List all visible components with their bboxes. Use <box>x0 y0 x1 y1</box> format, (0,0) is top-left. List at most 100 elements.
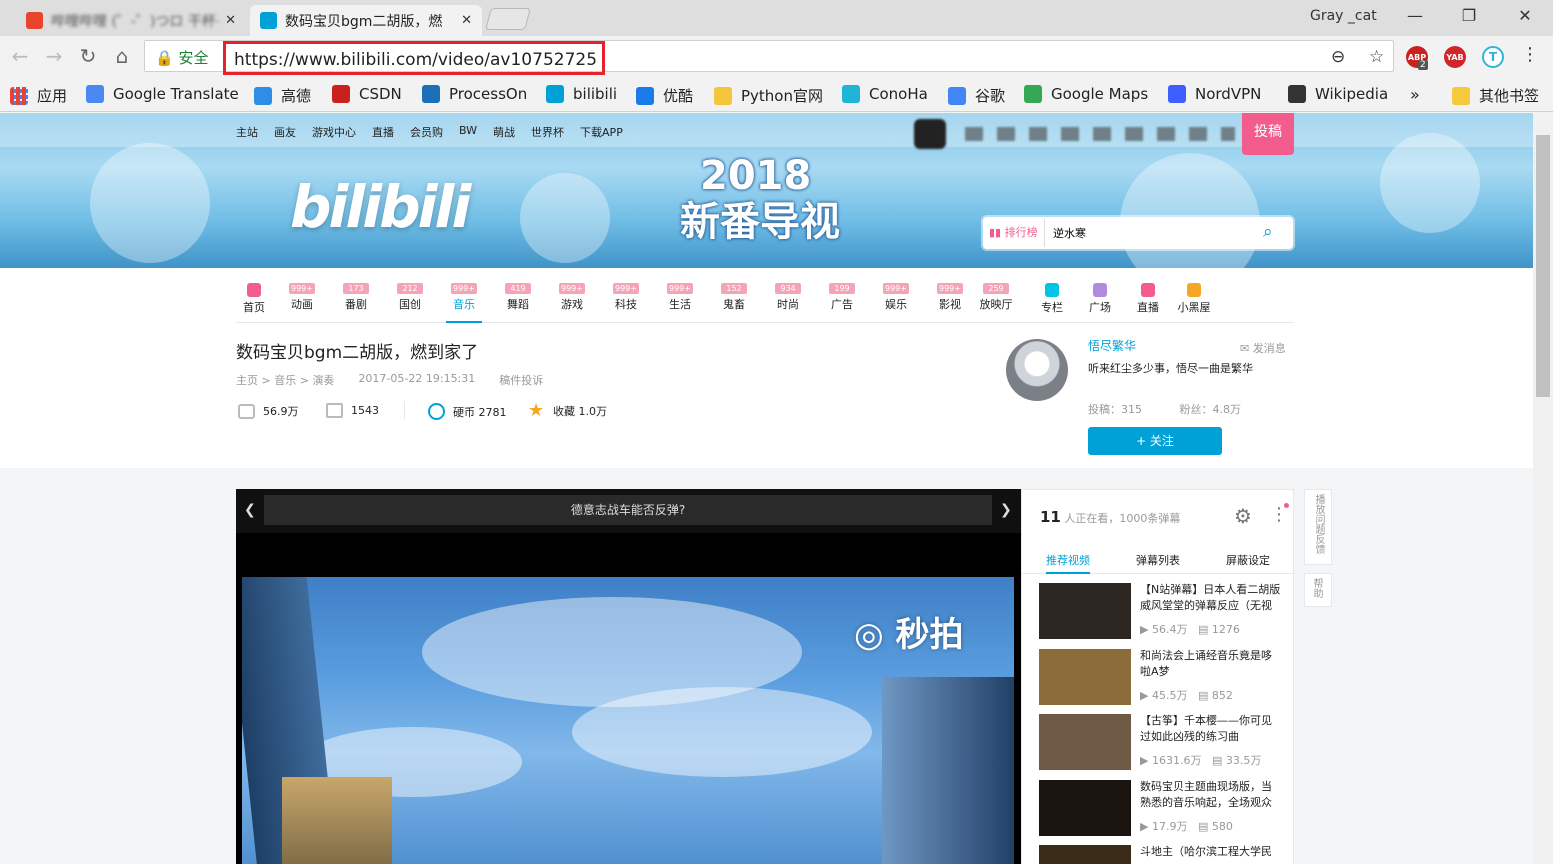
upload-button[interactable]: 投稿 <box>1242 113 1294 155</box>
browser-tab-video[interactable]: 数码宝贝bgm二胡版，燃 ✕ <box>250 5 482 36</box>
close-tab-icon[interactable]: ✕ <box>461 13 472 28</box>
recommendation-title[interactable]: 斗地主（哈尔滨工程大学民 <box>1140 844 1282 860</box>
recommendation-item[interactable]: 【N站弹幕】日本人看二胡版威风堂堂的弹幕反应（无视 ▶ 56.4万 ▤ 1276 <box>1039 583 1289 641</box>
nav-item[interactable]: 259 放映厅 <box>978 283 1014 312</box>
nav-item[interactable]: 173 番剧 <box>338 283 374 312</box>
bookmark-item[interactable]: Google Translate <box>86 85 239 103</box>
scrollbar-thumb[interactable] <box>1536 135 1550 397</box>
nav-item[interactable]: 999+ 娱乐 <box>878 283 914 312</box>
menu-kebab-icon[interactable]: ⋮ <box>1518 44 1542 65</box>
minimize-icon[interactable]: — <box>1402 6 1428 25</box>
top-link[interactable]: 直播 <box>372 124 394 140</box>
report-link[interactable]: 稿件投诉 <box>499 372 543 388</box>
bookmark-item[interactable]: ConoHa <box>842 85 928 103</box>
coin-button[interactable]: 硬币 2781 <box>428 403 507 420</box>
recommendation-title[interactable]: 【古筝】千本樱——你可见过如此凶残的练习曲 <box>1140 713 1282 745</box>
ranking-button[interactable]: ▮▮ 排行榜 <box>985 219 1045 247</box>
browser-tab-bilibili-home[interactable]: 哔哩哔哩 (゜-゜)つロ 干杯~-bilibili ✕ <box>16 5 246 36</box>
crumb-perform[interactable]: 演奏 <box>312 374 334 387</box>
video-frame[interactable]: ◎ 秒拍 <box>242 577 1014 864</box>
nav-item[interactable]: 小黑屋 <box>1176 283 1212 315</box>
top-link[interactable]: 画友 <box>274 124 296 140</box>
top-link[interactable]: 萌战 <box>493 124 515 140</box>
next-message-arrow[interactable]: ❯ <box>1000 502 1012 518</box>
bookmark-item[interactable]: 高德 <box>254 85 311 106</box>
user-menu-pixelated[interactable] <box>965 127 1235 141</box>
reload-icon[interactable]: ↻ <box>76 44 100 68</box>
restore-icon[interactable]: ❐ <box>1456 6 1482 25</box>
recommendation-thumbnail[interactable] <box>1039 845 1131 864</box>
top-link[interactable]: BW <box>459 124 477 140</box>
nav-item[interactable]: 152 鬼畜 <box>716 283 752 312</box>
nav-item[interactable]: 首页 <box>236 283 272 315</box>
playback-feedback-button[interactable]: 播放问题反馈 <box>1304 489 1332 565</box>
nav-item[interactable]: 212 国创 <box>392 283 428 312</box>
recommendation-title[interactable]: 和尚法会上诵经音乐竟是哆啦A梦 <box>1140 648 1282 680</box>
uploader-avatar[interactable] <box>1006 339 1068 401</box>
new-tab-button[interactable] <box>485 8 531 30</box>
bookmark-item[interactable]: Wikipedia <box>1288 85 1388 103</box>
forward-icon[interactable]: → <box>42 44 66 68</box>
help-button[interactable]: 帮助 <box>1304 573 1332 607</box>
nav-item[interactable]: 999+ 音乐 <box>446 283 482 323</box>
search-input[interactable] <box>1053 219 1253 247</box>
address-bar[interactable]: 🔒 安全 https://www.bilibili.com/video/av10… <box>144 40 1394 75</box>
close-window-icon[interactable]: ✕ <box>1512 6 1538 25</box>
nav-item[interactable]: 直播 <box>1130 283 1166 315</box>
top-link[interactable]: 主站 <box>236 124 258 140</box>
search-icon[interactable]: ⌕ <box>1263 222 1273 242</box>
bookmark-item[interactable]: NordVPN <box>1168 85 1261 103</box>
recommendation-item[interactable]: 斗地主（哈尔滨工程大学民 <box>1039 845 1289 864</box>
top-link[interactable]: 游戏中心 <box>312 124 356 140</box>
uploader-posts[interactable]: 投稿：315 <box>1088 403 1142 416</box>
bookmark-item[interactable]: 优酷 <box>636 85 693 106</box>
home-icon[interactable]: ⌂ <box>110 44 134 68</box>
bookmark-star-icon[interactable]: ☆ <box>1369 47 1384 67</box>
recommendation-item[interactable]: 【古筝】千本樱——你可见过如此凶残的练习曲 ▶ 1631.6万 ▤ 33.5万 <box>1039 714 1289 772</box>
profile-name[interactable]: Gray _cat <box>1310 8 1377 24</box>
tab-block-settings[interactable]: 屏蔽设定 <box>1226 552 1270 568</box>
nav-item[interactable]: 999+ 游戏 <box>554 283 590 312</box>
top-link[interactable]: 世界杯 <box>531 124 564 140</box>
follow-button[interactable]: + 关注 <box>1088 427 1222 455</box>
secure-indicator[interactable]: 🔒 安全 <box>155 47 208 68</box>
nav-item[interactable]: 419 舞蹈 <box>500 283 536 312</box>
bookmark-apps[interactable]: 应用 <box>10 85 67 106</box>
back-icon[interactable]: ← <box>8 44 32 68</box>
video-player[interactable]: ❮ 德意志战车能否反弹? ❯ ◎ 秒拍 <box>236 489 1021 864</box>
nav-item[interactable]: 专栏 <box>1034 283 1070 315</box>
bookmark-item[interactable]: bilibili <box>546 85 617 103</box>
nav-item[interactable]: 999+ 科技 <box>608 283 644 312</box>
recommendation-title[interactable]: 【N站弹幕】日本人看二胡版威风堂堂的弹幕反应（无视 <box>1140 582 1282 614</box>
translate-extension-icon[interactable]: T <box>1482 46 1504 68</box>
yab-extension-icon[interactable]: YAB <box>1444 46 1466 68</box>
bookmark-item[interactable]: Google Maps <box>1024 85 1148 103</box>
nav-item[interactable]: 999+ 动画 <box>284 283 320 312</box>
recommendation-thumbnail[interactable] <box>1039 648 1131 705</box>
user-avatar[interactable] <box>914 119 946 149</box>
nav-item[interactable]: 999+ 生活 <box>662 283 698 312</box>
nav-item[interactable]: 999+ 影视 <box>932 283 968 312</box>
bookmark-item[interactable]: CSDN <box>332 85 402 103</box>
uploader-name[interactable]: 悟尽繁华 <box>1088 337 1136 354</box>
url-text[interactable]: https://www.bilibili.com/video/av1075272… <box>223 41 605 75</box>
nav-item[interactable]: 934 时尚 <box>770 283 806 312</box>
top-link[interactable]: 会员购 <box>410 124 443 140</box>
close-tab-icon[interactable]: ✕ <box>225 13 236 28</box>
crumb-music[interactable]: 音乐 <box>274 374 296 387</box>
player-announcement[interactable]: 德意志战车能否反弹? <box>264 495 992 525</box>
crumb-home[interactable]: 主页 <box>236 374 258 387</box>
recommendation-thumbnail[interactable] <box>1039 583 1131 639</box>
nav-item[interactable]: 广场 <box>1082 283 1118 315</box>
nav-item[interactable]: 199 广告 <box>824 283 860 312</box>
zoom-icon[interactable]: ⊖ <box>1331 47 1345 67</box>
top-link[interactable]: 下载APP <box>580 124 623 140</box>
bookmark-other-folder[interactable]: 其他书签 <box>1452 85 1539 106</box>
prev-message-arrow[interactable]: ❮ <box>244 502 256 518</box>
gear-icon[interactable]: ⚙ <box>1234 504 1252 528</box>
tab-recommended[interactable]: 推荐视频 <box>1046 552 1090 574</box>
recommendation-thumbnail[interactable] <box>1039 714 1131 770</box>
favorite-button[interactable]: ★ 收藏 1.0万 <box>528 401 607 419</box>
send-message-link[interactable]: ✉ 发消息 <box>1240 340 1286 356</box>
recommendation-thumbnail[interactable] <box>1039 779 1131 836</box>
